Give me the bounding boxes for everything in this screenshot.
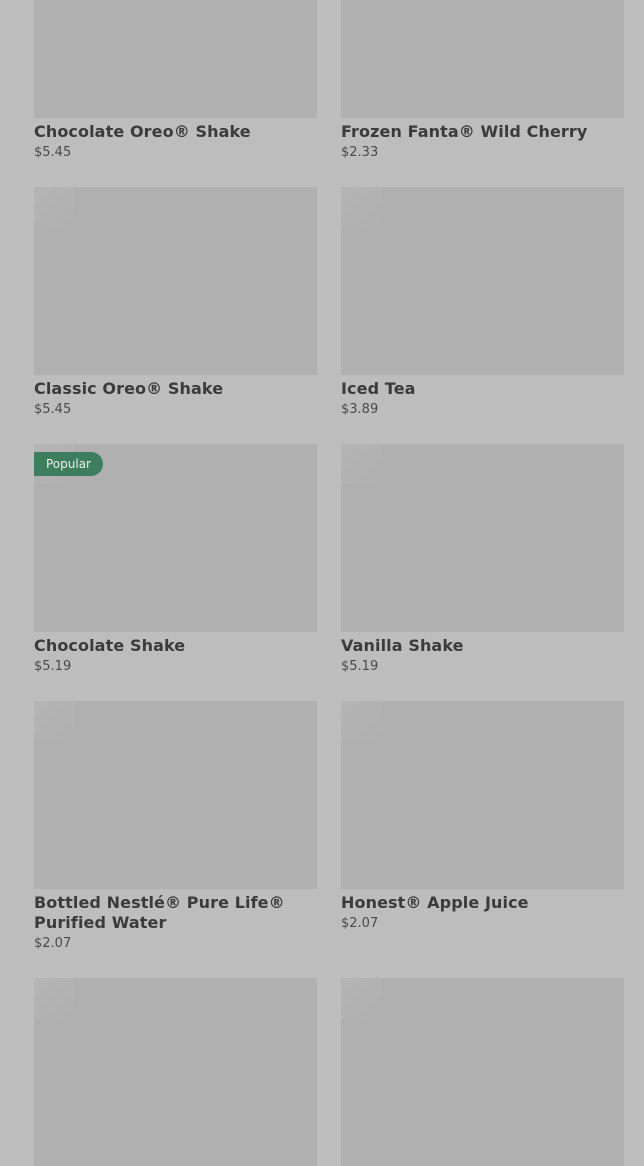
- menu-item-price: $2.07: [34, 936, 72, 951]
- menu-item-name[interactable]: Iced Tea: [341, 379, 624, 399]
- menu-item-card[interactable]: Vanilla Shake $5.19: [341, 444, 624, 676]
- menu-item-price: $5.19: [341, 659, 379, 674]
- menu-item-image[interactable]: [341, 187, 624, 375]
- menu-item-name[interactable]: Bottled Nestlé® Pure Life® Purified Wate…: [34, 893, 317, 933]
- menu-item-image[interactable]: [34, 187, 317, 375]
- menu-item-image[interactable]: [341, 0, 624, 118]
- menu-item-name[interactable]: Honest® Apple Juice: [341, 893, 624, 913]
- menu-item-image[interactable]: [34, 701, 317, 889]
- menu-item-card[interactable]: Chocolate Oreo® Shake $5.45: [34, 0, 317, 162]
- menu-item-card[interactable]: Bottled Nestlé® Pure Life® Purified Wate…: [34, 701, 317, 953]
- menu-item-card[interactable]: Popular Chocolate Shake $5.19: [34, 444, 317, 676]
- menu-item-image[interactable]: [34, 978, 317, 1166]
- menu-item-name[interactable]: Chocolate Oreo® Shake: [34, 122, 317, 142]
- menu-item-price: $2.33: [341, 145, 379, 160]
- menu-item-price: $2.07: [341, 916, 379, 931]
- menu-item-card[interactable]: [34, 978, 317, 1166]
- menu-item-card[interactable]: Frozen Fanta® Wild Cherry $2.33: [341, 0, 624, 162]
- menu-item-price: $3.89: [341, 402, 379, 417]
- menu-item-price: $5.19: [34, 659, 72, 674]
- menu-item-card[interactable]: Honest® Apple Juice $2.07: [341, 701, 624, 953]
- menu-item-name[interactable]: Vanilla Shake: [341, 636, 624, 656]
- menu-item-image[interactable]: [341, 978, 624, 1166]
- menu-item-grid: Chocolate Oreo® Shake $5.45 Frozen Fanta…: [34, 0, 624, 1166]
- menu-item-image[interactable]: [341, 701, 624, 889]
- menu-item-image[interactable]: [341, 444, 624, 632]
- menu-item-price: $5.45: [34, 145, 72, 160]
- menu-item-card[interactable]: Classic Oreo® Shake $5.45: [34, 187, 317, 419]
- popular-badge: Popular: [34, 452, 103, 476]
- menu-item-card[interactable]: Iced Tea $3.89: [341, 187, 624, 419]
- menu-item-name[interactable]: Frozen Fanta® Wild Cherry: [341, 122, 624, 142]
- menu-item-name[interactable]: Classic Oreo® Shake: [34, 379, 317, 399]
- menu-item-name[interactable]: Chocolate Shake: [34, 636, 317, 656]
- menu-item-image[interactable]: [34, 0, 317, 118]
- menu-item-card[interactable]: [341, 978, 624, 1166]
- menu-item-price: $5.45: [34, 402, 72, 417]
